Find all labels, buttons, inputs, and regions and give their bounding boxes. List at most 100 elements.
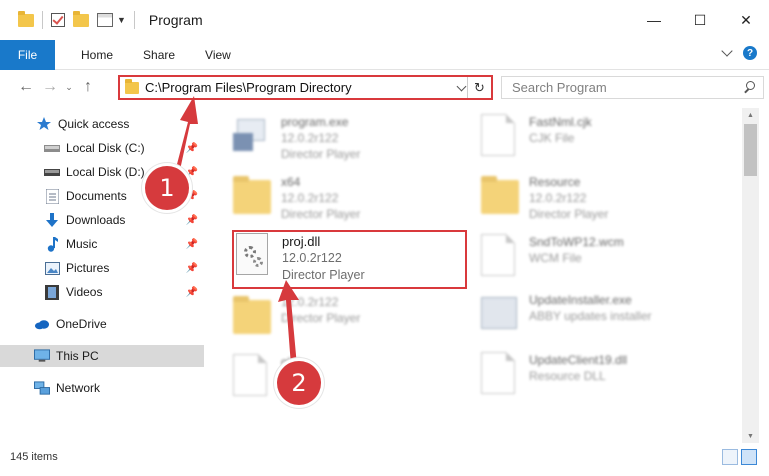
ribbon-tabs: File Home Share View ?	[0, 39, 769, 70]
pin-icon[interactable]: 📌	[186, 263, 198, 274]
scroll-down-arrow-icon[interactable]: ▼	[742, 429, 759, 443]
drive-icon	[44, 140, 60, 156]
sidebar-item-label: Downloads	[66, 213, 126, 227]
sidebar-item-label: OneDrive	[56, 317, 107, 331]
file-description: Resource DLL	[529, 369, 606, 383]
pin-icon[interactable]: 📌	[186, 287, 198, 298]
item-count: 145 items	[10, 451, 58, 463]
file-item-resource[interactable]: Resource 12.0.2r122 Director Player	[481, 174, 608, 222]
tab-share[interactable]: Share	[128, 40, 190, 70]
forward-button[interactable]: →	[38, 75, 62, 99]
properties-icon[interactable]	[97, 13, 113, 27]
folder-icon	[233, 174, 271, 218]
download-icon	[44, 212, 60, 228]
sidebar-item-label: Local Disk (C:)	[66, 141, 145, 155]
file-item-fastnml[interactable]: FastNml.cjk CJK File	[481, 114, 592, 158]
scroll-up-arrow-icon[interactable]: ▲	[742, 108, 759, 122]
file-item-program-exe[interactable]: program.exe 12.0.2r122 Director Player	[233, 114, 360, 162]
ribbon-right: ?	[721, 45, 757, 60]
music-icon	[44, 236, 60, 252]
file-description: Director Player	[529, 207, 609, 221]
sidebar-item-pictures[interactable]: Pictures 📌	[44, 257, 204, 279]
installer-icon	[481, 292, 519, 336]
file-item-x64[interactable]: x64 12.0.2r122 Director Player	[233, 174, 360, 222]
sidebar-item-local-disk-c[interactable]: Local Disk (C:) 📌	[44, 137, 204, 159]
pin-icon[interactable]: 📌	[186, 215, 198, 226]
drive-icon	[44, 164, 60, 180]
dll-icon	[481, 352, 519, 396]
sidebar-item-label: Pictures	[66, 261, 110, 275]
sidebar-item-network[interactable]: Network	[34, 377, 204, 399]
document-icon	[481, 114, 519, 158]
sidebar-item-this-pc[interactable]: This PC	[34, 345, 204, 367]
sidebar-item-label: Videos	[66, 285, 103, 299]
recent-locations-caret-icon[interactable]: ⌄	[62, 75, 76, 99]
computer-icon	[34, 348, 50, 364]
maximize-button[interactable]: ☐	[677, 0, 723, 40]
sidebar-item-quick-access[interactable]: Quick access	[36, 113, 204, 135]
step-1-badge: 1	[145, 166, 189, 210]
sidebar-item-label: This PC	[56, 349, 99, 363]
details-view-icon[interactable]	[722, 449, 738, 465]
tab-home[interactable]: Home	[55, 40, 128, 70]
pin-icon[interactable]: 📌	[186, 239, 198, 250]
help-icon[interactable]: ?	[743, 46, 757, 60]
up-button[interactable]: ↑	[76, 75, 100, 99]
close-button[interactable]: ✕	[723, 0, 769, 40]
sidebar-item-label: Documents	[66, 189, 127, 203]
folder-icon	[125, 78, 139, 94]
file-version: 12.0.2r122	[282, 251, 342, 265]
address-bar[interactable]: C:\Program Files\Program Directory ↻	[118, 75, 493, 100]
sidebar-item-label: Local Disk (D:)	[66, 165, 145, 179]
file-item-updateclient19[interactable]: UpdateClient19.dll Resource DLL	[481, 352, 627, 396]
folder-icon	[481, 174, 519, 218]
sidebar-item-onedrive[interactable]: OneDrive	[34, 313, 204, 335]
folder-icon	[233, 294, 271, 338]
documents-icon	[44, 188, 60, 204]
customize-toolbar-caret-icon[interactable]: ▼	[117, 15, 126, 25]
pictures-icon	[44, 260, 60, 276]
back-button[interactable]: ←	[14, 75, 38, 99]
properties-check-icon[interactable]	[51, 13, 65, 27]
search-box[interactable]	[501, 76, 764, 99]
document-icon	[481, 234, 519, 278]
file-description: Director Player	[281, 147, 361, 161]
file-name: UpdateInstaller.exe	[529, 293, 632, 307]
scrollbar-thumb[interactable]	[744, 124, 757, 176]
vertical-scrollbar[interactable]: ▲ ▼	[742, 108, 759, 443]
file-item-sndtowp12[interactable]: SndToWP12.wcm WCM File	[481, 234, 624, 278]
file-type: CJK File	[529, 131, 575, 145]
address-path[interactable]: C:\Program Files\Program Directory	[145, 80, 352, 95]
file-item-folder[interactable]: 12.0.2r122 Director Player	[233, 294, 360, 338]
tab-view[interactable]: View	[190, 40, 246, 70]
file-item-proj-dll[interactable]: proj.dll 12.0.2r122 Director Player	[236, 233, 365, 284]
sidebar-item-label: Quick access	[58, 117, 130, 131]
file-description: ABBY updates installer	[529, 309, 652, 323]
file-item-updateinstaller[interactable]: UpdateInstaller.exe ABBY updates install…	[481, 292, 652, 336]
sidebar-item-music[interactable]: Music 📌	[44, 233, 204, 255]
document-icon	[233, 354, 271, 398]
pin-icon[interactable]: 📌	[186, 167, 198, 178]
minimize-button[interactable]: —	[631, 0, 677, 40]
pin-icon[interactable]: 📌	[186, 143, 198, 154]
file-version: 12.0.2r122	[529, 191, 587, 205]
large-icons-view-icon[interactable]	[741, 449, 757, 465]
expand-ribbon-chevron-icon[interactable]	[721, 45, 733, 57]
sidebar-item-videos[interactable]: Videos 📌	[44, 281, 204, 303]
tab-file[interactable]: File	[0, 39, 55, 70]
folder-icon[interactable]	[18, 10, 34, 27]
sidebar-item-label: Network	[56, 381, 101, 395]
file-name: FastNml.cjk	[529, 115, 592, 129]
sidebar-item-downloads[interactable]: Downloads 📌	[44, 209, 204, 231]
search-icon[interactable]	[739, 77, 763, 98]
search-input[interactable]	[502, 77, 739, 98]
star-icon	[36, 116, 52, 132]
file-version: 12.0.2r122	[281, 131, 339, 145]
network-icon	[34, 380, 50, 396]
file-version: 12.0.2r122	[281, 295, 339, 309]
new-folder-icon[interactable]	[73, 10, 89, 27]
file-name: x64	[281, 175, 301, 189]
videos-icon	[44, 284, 60, 300]
refresh-button[interactable]: ↻	[467, 77, 491, 98]
address-dropdown-icon[interactable]	[456, 81, 467, 92]
